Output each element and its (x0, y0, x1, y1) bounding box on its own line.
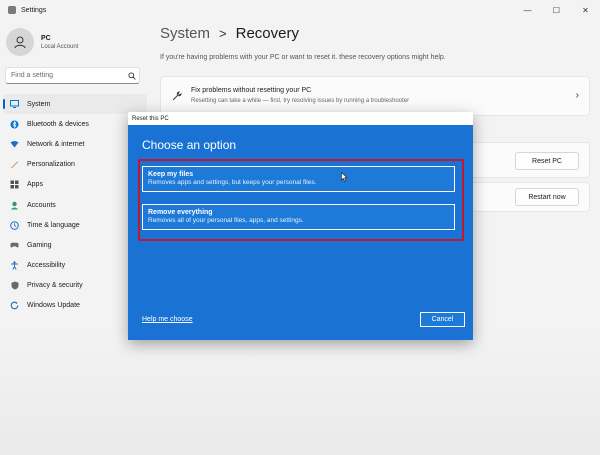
minimize-button[interactable]: — (513, 0, 542, 20)
update-icon (10, 301, 19, 310)
clock-globe-icon (10, 220, 19, 230)
dialog-title-bar: Reset this PC (128, 112, 473, 125)
option-description: Removes all of your personal files, apps… (148, 217, 304, 224)
restart-now-button[interactable]: Restart now (515, 188, 579, 206)
brush-icon (10, 160, 19, 169)
sidebar-item-label: Network & internet (27, 140, 85, 148)
fix-problems-card[interactable]: Fix problems without resetting your PC R… (160, 76, 590, 116)
help-me-choose-link[interactable]: Help me choose (142, 316, 193, 323)
sidebar-item-system[interactable]: System (3, 94, 147, 115)
wrench-icon (172, 91, 182, 104)
keep-my-files-option[interactable]: Keep my files Removes apps and settings,… (142, 166, 455, 192)
option-description: Removes apps and settings, but keeps you… (148, 179, 317, 186)
sidebar-item-label: Gaming (27, 241, 52, 249)
page-title: Recovery (235, 25, 299, 42)
user-profile[interactable]: PC Local Account (6, 28, 78, 56)
search-input[interactable]: Find a setting (11, 72, 125, 79)
option-title: Keep my files (148, 171, 194, 178)
cancel-button[interactable]: Cancel (420, 312, 465, 327)
mouse-cursor-icon (341, 172, 348, 182)
reset-pc-button[interactable]: Reset PC (515, 152, 579, 170)
apps-icon (10, 180, 19, 189)
sidebar-item-label: Privacy & security (27, 282, 83, 290)
maximize-button[interactable]: ☐ (542, 0, 571, 20)
sidebar-item-label: Time & language (27, 221, 80, 229)
bluetooth-icon (10, 120, 19, 129)
fix-problems-subtitle: Resetting can take a while — first, try … (191, 98, 410, 104)
breadcrumb: System > Recovery (160, 25, 299, 42)
breadcrumb-chevron-icon: > (219, 26, 227, 41)
fix-problems-title: Fix problems without resetting your PC (191, 87, 312, 94)
title-bar: Settings — ☐ ✕ (0, 0, 600, 20)
search-icon[interactable] (125, 71, 139, 80)
sidebar-item-label: Apps (27, 181, 43, 189)
profile-account-type: Local Account (41, 43, 79, 50)
breadcrumb-system[interactable]: System (160, 25, 210, 42)
remove-everything-option[interactable]: Remove everything Removes all of your pe… (142, 204, 455, 230)
window-controls: — ☐ ✕ (513, 0, 600, 20)
sidebar-item-label: System (27, 100, 51, 108)
window-title: Settings (21, 6, 47, 14)
sidebar-item-label: Windows Update (27, 302, 80, 310)
gamepad-icon (10, 241, 19, 250)
option-title: Remove everything (148, 209, 213, 216)
search-box[interactable]: Find a setting (5, 67, 140, 84)
chevron-right-icon: › (575, 90, 579, 101)
reset-pc-dialog: Reset this PC Choose an option Keep my f… (128, 112, 473, 340)
page-description: If you're having problems with your PC o… (160, 54, 446, 61)
settings-app-icon (8, 6, 16, 14)
profile-name: PC (41, 34, 51, 42)
shield-icon (10, 281, 19, 290)
user-icon (14, 36, 26, 49)
accounts-icon (10, 201, 19, 210)
close-button[interactable]: ✕ (571, 0, 600, 20)
wifi-icon (10, 140, 19, 149)
dialog-heading: Choose an option (142, 138, 237, 152)
system-icon (10, 100, 19, 109)
background-fade (0, 330, 600, 455)
sidebar-item-label: Bluetooth & devices (27, 120, 89, 128)
sidebar-item-label: Accessibility (27, 262, 66, 270)
accessibility-icon (10, 261, 19, 270)
avatar (6, 28, 34, 56)
sidebar-item-label: Accounts (27, 201, 56, 209)
sidebar-item-label: Personalization (27, 161, 75, 169)
